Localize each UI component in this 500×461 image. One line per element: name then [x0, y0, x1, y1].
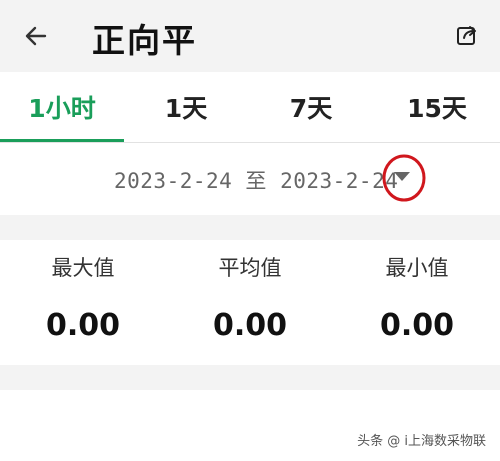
stats-panel: 最大值 0.00 平均值 0.00 最小值 0.00: [0, 240, 500, 365]
stat-value: 0.00: [379, 308, 455, 343]
time-range-tabs: 1小时 1天 7天 15天: [0, 72, 500, 142]
stat-value: 0.00: [45, 308, 121, 343]
date-range-text[interactable]: 2023-2-24 至 2023-2-24: [114, 165, 398, 195]
stat-max: 最大值 0.00: [0, 240, 166, 365]
triangle-down-icon: [394, 172, 410, 181]
stat-label: 平均值: [218, 256, 282, 280]
tab-label: 15天: [407, 94, 467, 123]
page-title: 正向平: [92, 21, 197, 60]
stat-label: 最小值: [385, 256, 449, 280]
arrow-left-icon: [25, 26, 47, 46]
tab-label: 1小时: [28, 94, 96, 123]
date-range-row: 2023-2-24 至 2023-2-24: [0, 143, 500, 215]
app-header: 正向平: [0, 0, 500, 72]
stat-label: 最大值: [51, 256, 115, 280]
date-dropdown-button[interactable]: [380, 153, 426, 203]
tab-1-hour[interactable]: 1小时: [0, 72, 124, 142]
share-button[interactable]: [452, 20, 482, 50]
share-icon: [457, 26, 476, 45]
tab-7-days[interactable]: 7天: [248, 72, 374, 142]
watermark: 头条 @ i上海数采物联: [357, 434, 486, 449]
chart-panel: 头条 @ i上海数采物联: [0, 390, 500, 461]
dropdown-annotation: [382, 154, 426, 202]
stat-value: 0.00: [212, 308, 288, 343]
section-gap: [0, 215, 500, 240]
tab-label: 1天: [164, 94, 208, 123]
tab-1-day[interactable]: 1天: [124, 72, 248, 142]
back-button[interactable]: [18, 18, 54, 54]
tab-15-days[interactable]: 15天: [374, 72, 500, 142]
stat-average: 平均值 0.00: [167, 240, 333, 365]
stat-min: 最小值 0.00: [334, 240, 500, 365]
tab-label: 7天: [289, 94, 333, 123]
section-gap: [0, 365, 500, 390]
